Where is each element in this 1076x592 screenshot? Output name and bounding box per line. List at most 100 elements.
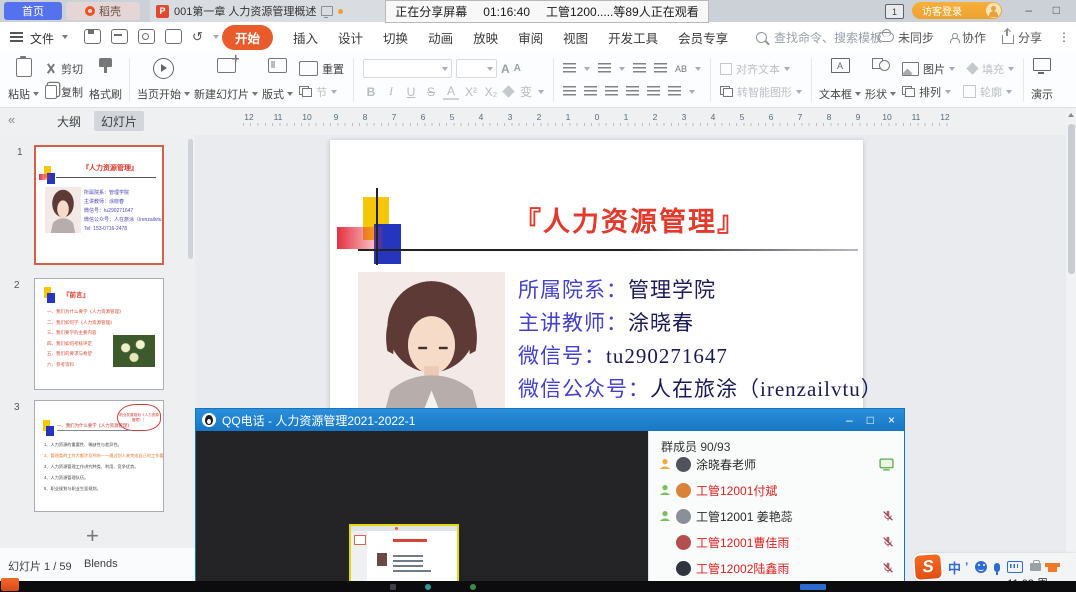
bold-button[interactable]: B	[363, 85, 379, 99]
restore-button[interactable]: □	[1053, 3, 1060, 17]
ime-toolbar[interactable]: S 中 ’	[916, 553, 1076, 581]
tab-animation[interactable]: 动画	[428, 28, 453, 47]
font-color-button[interactable]: A	[443, 84, 459, 100]
present-tools-button[interactable]: 演示	[1029, 55, 1055, 105]
voice-input-icon[interactable]	[994, 563, 1000, 572]
tab-document[interactable]: P 001第一章 人力资源管理概述	[150, 0, 390, 22]
align-right-icon[interactable]	[605, 86, 618, 97]
smartart-button[interactable]: 转智能图形	[720, 82, 802, 102]
tab-insert[interactable]: 插入	[293, 28, 318, 47]
italic-button[interactable]: I	[383, 84, 399, 99]
increase-indent-icon[interactable]	[654, 63, 667, 74]
tab-design[interactable]: 设计	[338, 28, 363, 47]
taskbar-app-icon[interactable]	[390, 584, 396, 590]
save-button[interactable]	[84, 29, 101, 44]
distribute-icon[interactable]	[647, 86, 660, 97]
layout-button[interactable]: 版式	[260, 55, 295, 105]
align-center-icon[interactable]	[584, 86, 597, 97]
tab-view[interactable]: 视图	[563, 28, 588, 47]
justify-icon[interactable]	[626, 86, 639, 97]
sync-status-button[interactable]: 未同步	[878, 29, 934, 46]
text-direction-button[interactable]: AB	[675, 64, 687, 74]
strikethrough-button[interactable]: S	[423, 85, 439, 99]
align-text-button[interactable]: 对齐文本	[720, 59, 802, 79]
shrink-font-button[interactable]: A	[514, 63, 521, 74]
qq-title-bar[interactable]: QQ电话 - 人力资源管理2021-2022-1 – □ ×	[196, 409, 904, 431]
taskbar-start-icon[interactable]	[1, 578, 19, 591]
ime-mode-toggle[interactable]: 中	[948, 558, 961, 577]
cut-button[interactable]: 剪切	[45, 59, 83, 79]
align-left-icon[interactable]	[563, 86, 576, 97]
section-button[interactable]: 节	[299, 82, 344, 102]
screen-share-banner[interactable]: 正在分享屏幕 01:16:40 工管1200.....等89人正在观看	[385, 0, 709, 23]
member-row[interactable]: 工管12001付斌	[659, 479, 898, 501]
slide-thumbnail-2[interactable]: 『前言』 一、我们为什么要学《人力资源管理》二、我们如何学《人力资源管理》 三、…	[34, 278, 164, 390]
tab-transition[interactable]: 切换	[383, 28, 408, 47]
qq-maximize-button[interactable]: □	[867, 413, 874, 427]
scrollbar-thumb[interactable]	[1068, 124, 1075, 274]
file-menu[interactable]: 文件	[30, 30, 54, 47]
more-button[interactable]: ⋮	[1058, 30, 1070, 44]
new-slide-button[interactable]: 新建幻灯片	[192, 55, 260, 105]
font-size-select[interactable]	[456, 59, 497, 78]
outline-button[interactable]: 轮廓	[963, 84, 1012, 100]
share-button[interactable]: 分享	[1002, 29, 1042, 46]
add-slide-button[interactable]: +	[86, 523, 99, 549]
slide-thumbnail-1[interactable]: 『人力资源管理』 所属院系：管理学院主讲教师：涂晓春 微信号：tu2902716…	[34, 145, 164, 265]
member-row[interactable]: 工管12001 姜艳蕊	[659, 505, 898, 527]
text-effects-button[interactable]: 变	[518, 83, 534, 100]
tab-devtools[interactable]: 开发工具	[608, 28, 658, 47]
hamburger-icon[interactable]	[10, 32, 23, 34]
picture-button[interactable]: 图片	[902, 61, 955, 77]
taskbar-app-icon[interactable]	[425, 584, 431, 590]
highlight-icon[interactable]	[502, 85, 514, 97]
tab-docer[interactable]: 稻壳	[66, 2, 140, 20]
collapse-sidebar-button[interactable]: «	[8, 112, 15, 127]
redo-chevron-icon[interactable]	[213, 35, 219, 39]
taskbar-app-icon[interactable]	[470, 584, 476, 590]
numbered-list-icon[interactable]	[598, 63, 611, 74]
keyboard-icon[interactable]	[1007, 561, 1023, 573]
slide-thumbnail-3[interactable]: 职业发展规划《人力资源管理》！ 一、我们为什么要学《人力资源管理》 1、人力资源…	[34, 400, 164, 512]
format-painter-button[interactable]: 格式刷	[87, 55, 124, 105]
slide-title[interactable]: 『人力资源管理』	[440, 200, 820, 239]
decrease-indent-icon[interactable]	[633, 63, 646, 74]
font-name-select[interactable]	[363, 59, 452, 78]
window-count-badge[interactable]: 1	[885, 4, 904, 19]
copy-button[interactable]: 复制	[45, 82, 83, 102]
sidebar-scrollbar[interactable]	[188, 139, 193, 259]
taskbar-active-app[interactable]	[800, 584, 826, 590]
teacher-portrait-image[interactable]	[358, 272, 505, 424]
reset-button[interactable]: 重置	[299, 59, 344, 79]
slide-text-line[interactable]: 主讲教师：涂晓春	[518, 307, 694, 337]
tab-slideshow[interactable]: 放映	[473, 28, 498, 47]
undo-button[interactable]: ↺	[192, 30, 203, 43]
print-button[interactable]	[111, 29, 128, 44]
textbox-button[interactable]: A文本框	[817, 55, 863, 105]
qq-minimize-button[interactable]: –	[846, 413, 853, 427]
slide-text-line[interactable]: 微信公众号：人在旅涂（irenzailvtu）	[518, 373, 883, 403]
grow-font-button[interactable]: A	[501, 62, 510, 76]
tab-start[interactable]: 开始	[222, 25, 273, 50]
superscript-button[interactable]: X²	[463, 85, 479, 99]
punctuation-toggle[interactable]: ’	[965, 560, 968, 574]
line-spacing-icon[interactable]	[668, 86, 681, 97]
shapes-button[interactable]: 形状	[863, 55, 898, 105]
guest-login-button[interactable]: 访客登录	[912, 2, 1002, 19]
taskbar[interactable]	[0, 581, 1076, 592]
arrange-button[interactable]: 排列	[902, 84, 951, 100]
tab-review[interactable]: 审阅	[518, 28, 543, 47]
slide-text-line[interactable]: 所属院系：管理学院	[518, 274, 716, 304]
tab-home[interactable]: 首页	[4, 2, 62, 20]
print-preview-button[interactable]	[138, 29, 155, 44]
collaborate-button[interactable]: 协作	[950, 29, 986, 46]
emoji-icon[interactable]	[975, 561, 987, 573]
tab-outline[interactable]: 大纲	[48, 111, 90, 131]
vertical-scrollbar[interactable]	[1066, 110, 1076, 581]
skin-icon[interactable]	[1048, 563, 1057, 572]
toolbox-icon[interactable]	[1030, 563, 1041, 571]
qq-close-button[interactable]: ×	[888, 413, 895, 427]
fill-button[interactable]: 填充	[967, 61, 1014, 77]
member-row[interactable]: 涂晓春老师	[659, 453, 898, 475]
output-button[interactable]	[165, 29, 182, 44]
